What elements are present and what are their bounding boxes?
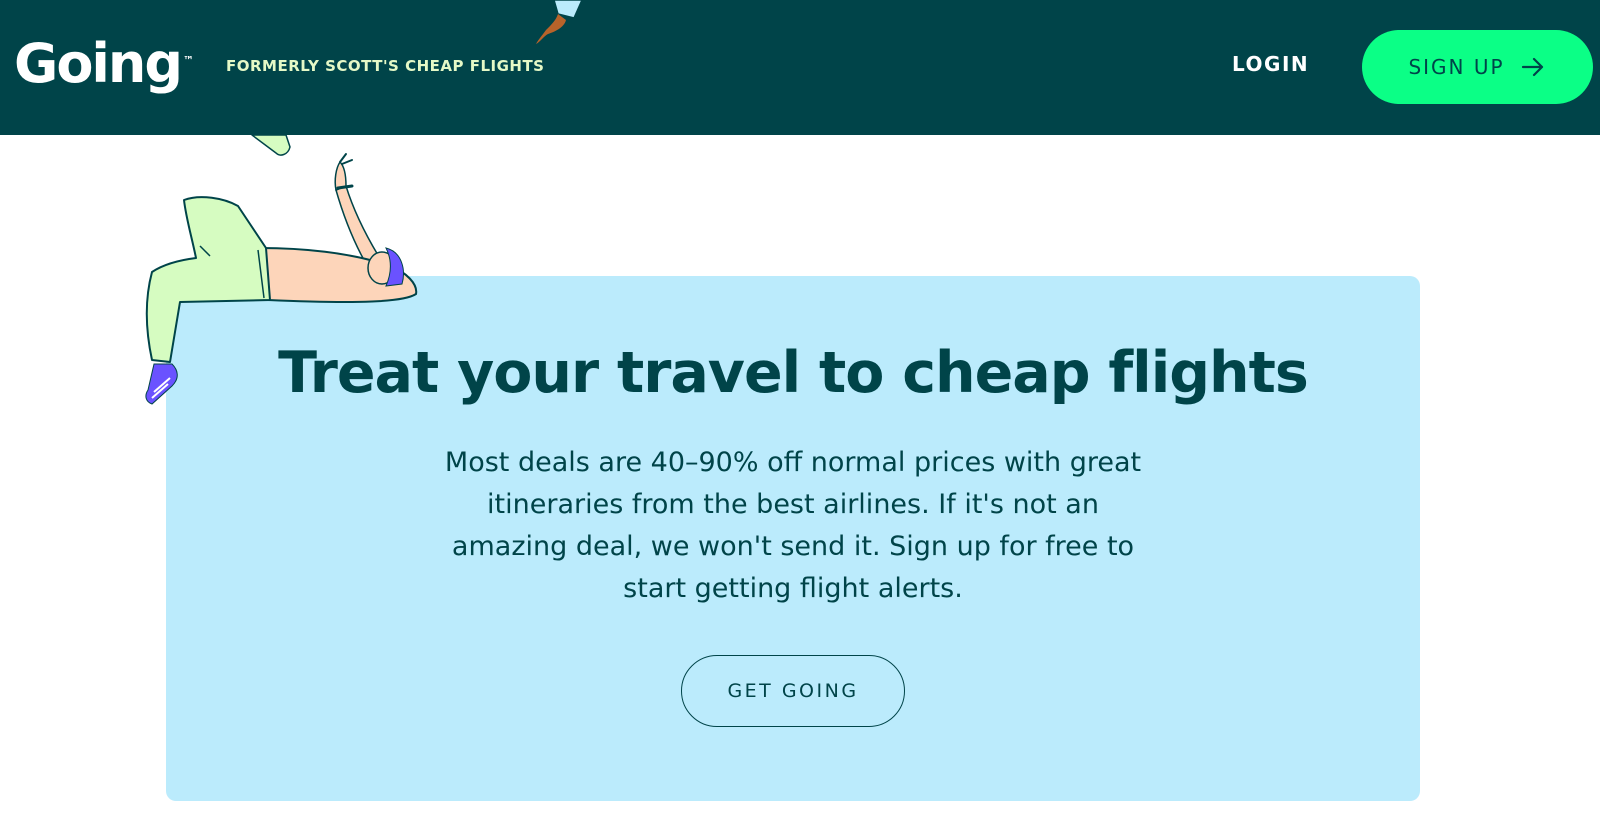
page: Going ™ FORMERLY SCOTT'S CHEAP FLIGHTS L… <box>0 0 1600 826</box>
sign-up-label: SIGN UP <box>1408 55 1505 79</box>
hero-description: Most deals are 40–90% off normal prices … <box>444 447 1142 604</box>
site-header: Going ™ FORMERLY SCOTT'S CHEAP FLIGHTS L… <box>0 0 1600 135</box>
logo-wordmark: Going <box>14 32 183 95</box>
logo-trademark: ™ <box>183 54 195 67</box>
arrow-right-icon <box>1521 57 1543 77</box>
login-link[interactable]: LOGIN <box>1232 52 1309 76</box>
going-logo[interactable]: Going ™ <box>14 26 194 102</box>
pointing-hand-illustration <box>536 0 583 44</box>
hero-headline: Treat your travel to cheap flights <box>278 340 1309 406</box>
sign-up-button[interactable]: SIGN UP <box>1362 30 1593 104</box>
tagline: FORMERLY SCOTT'S CHEAP FLIGHTS <box>226 57 545 75</box>
get-going-button[interactable]: GET GOING <box>681 655 905 727</box>
